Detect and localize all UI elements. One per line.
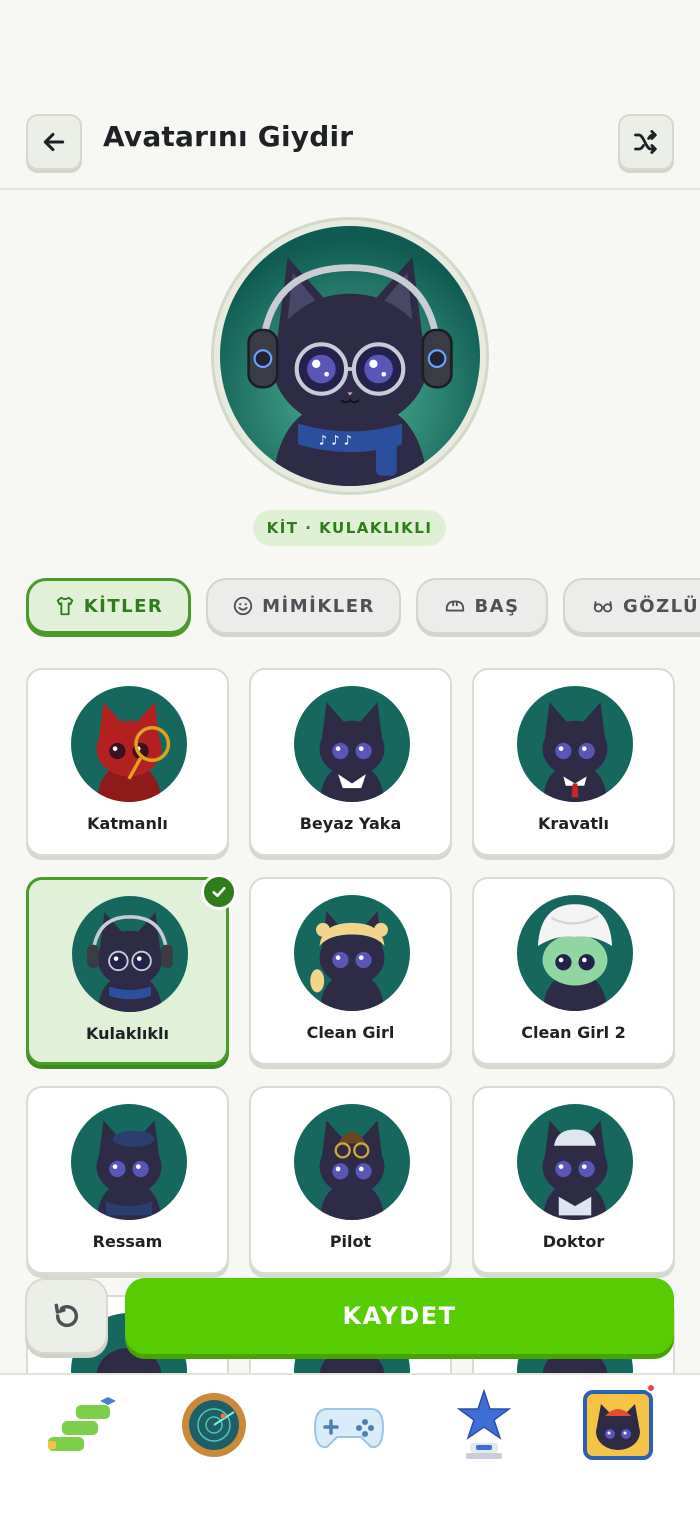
- notification-dot: [646, 1383, 656, 1393]
- kit-thumbnail: [294, 686, 410, 802]
- kit-label: Clean Girl: [306, 1023, 395, 1042]
- kit-card-kulaklikli[interactable]: Kulaklıklı: [26, 874, 237, 1065]
- category-tabs: KİTLER MİMİKLER BAŞ GÖZLÜ: [0, 578, 700, 638]
- kit-thumbnail: [517, 686, 633, 802]
- svg-text:♪ ♪ ♪: ♪ ♪ ♪: [319, 433, 352, 448]
- tab-label: BAŞ: [474, 595, 520, 617]
- kit-card-clean-girl[interactable]: Clean Girl: [249, 877, 452, 1065]
- smiley-icon: [233, 596, 253, 616]
- current-kit-label: KİT · KULAKLIKLI: [253, 510, 446, 546]
- reset-button[interactable]: [25, 1278, 108, 1354]
- kit-thumbnail: [517, 895, 633, 1011]
- kit-card-beyaz-yaka[interactable]: Beyaz Yaka: [249, 668, 452, 856]
- kit-label: Doktor: [542, 1232, 605, 1251]
- tab-label: GÖZLÜ: [623, 595, 700, 617]
- kit-thumbnail: [517, 1104, 633, 1220]
- kit-label: Kulaklıklı: [85, 1024, 169, 1043]
- tab-label: MİMİKLER: [262, 595, 375, 617]
- selected-check-icon: [201, 874, 237, 910]
- kit-card-katmanli[interactable]: Katmanlı: [26, 668, 229, 856]
- kit-card-doktor[interactable]: Doktor: [472, 1086, 675, 1274]
- trophy-star-icon: [456, 1389, 512, 1459]
- tab-glasses[interactable]: GÖZLÜ: [563, 578, 700, 634]
- kit-label: Pilot: [329, 1232, 372, 1251]
- kit-thumbnail: [71, 1104, 187, 1220]
- learn-path-icon: [48, 1397, 116, 1451]
- kit-label: Kravatlı: [538, 814, 609, 833]
- gamepad-icon: [313, 1408, 385, 1449]
- kit-label: Ressam: [92, 1232, 163, 1251]
- nav-learn[interactable]: [40, 1385, 120, 1465]
- nav-radar[interactable]: [174, 1385, 254, 1465]
- nav-leaderboard[interactable]: [444, 1385, 524, 1465]
- nav-profile[interactable]: [578, 1385, 658, 1465]
- shirt-icon: [56, 596, 73, 616]
- avatar-profile-icon: [583, 1390, 653, 1460]
- bottom-nav: [0, 1373, 700, 1521]
- radar-icon: [182, 1393, 246, 1457]
- helmet-icon: [446, 600, 465, 612]
- shuffle-icon: [634, 130, 657, 154]
- kit-card-clean-girl-2[interactable]: Clean Girl 2: [472, 877, 675, 1065]
- kit-thumbnail: [72, 896, 188, 1012]
- kit-thumbnail: [294, 1104, 410, 1220]
- avatar-dress-screen: Avatarını Giydir ♪ ♪ ♪ KİT · KULAKLIKLI …: [0, 0, 700, 1521]
- kit-label: Beyaz Yaka: [299, 814, 402, 833]
- tab-kits[interactable]: KİTLER: [26, 578, 191, 634]
- kit-thumbnail: [294, 895, 410, 1011]
- header: Avatarını Giydir: [0, 110, 700, 190]
- avatar-preview-image: ♪ ♪ ♪: [220, 226, 480, 486]
- kit-label: Clean Girl 2: [521, 1023, 626, 1042]
- undo-icon: [54, 1303, 78, 1328]
- save-button[interactable]: KAYDET: [125, 1278, 674, 1354]
- kit-card-pilot[interactable]: Pilot: [249, 1086, 452, 1274]
- back-button[interactable]: [26, 114, 82, 170]
- avatar-preview: ♪ ♪ ♪: [211, 217, 489, 495]
- shuffle-button[interactable]: [618, 114, 674, 170]
- arrow-left-icon: [43, 132, 65, 152]
- kit-label: Katmanlı: [87, 814, 168, 833]
- kit-thumbnail: [71, 686, 187, 802]
- tab-label: KİTLER: [83, 595, 164, 617]
- tab-mimics[interactable]: MİMİKLER: [206, 578, 401, 634]
- glasses-icon: [593, 601, 613, 613]
- kit-card-kravatli[interactable]: Kravatlı: [472, 668, 675, 856]
- kit-card-ressam[interactable]: Ressam: [26, 1086, 229, 1274]
- tab-head[interactable]: BAŞ: [416, 578, 548, 634]
- page-title: Avatarını Giydir: [103, 120, 354, 153]
- nav-games[interactable]: [309, 1385, 389, 1465]
